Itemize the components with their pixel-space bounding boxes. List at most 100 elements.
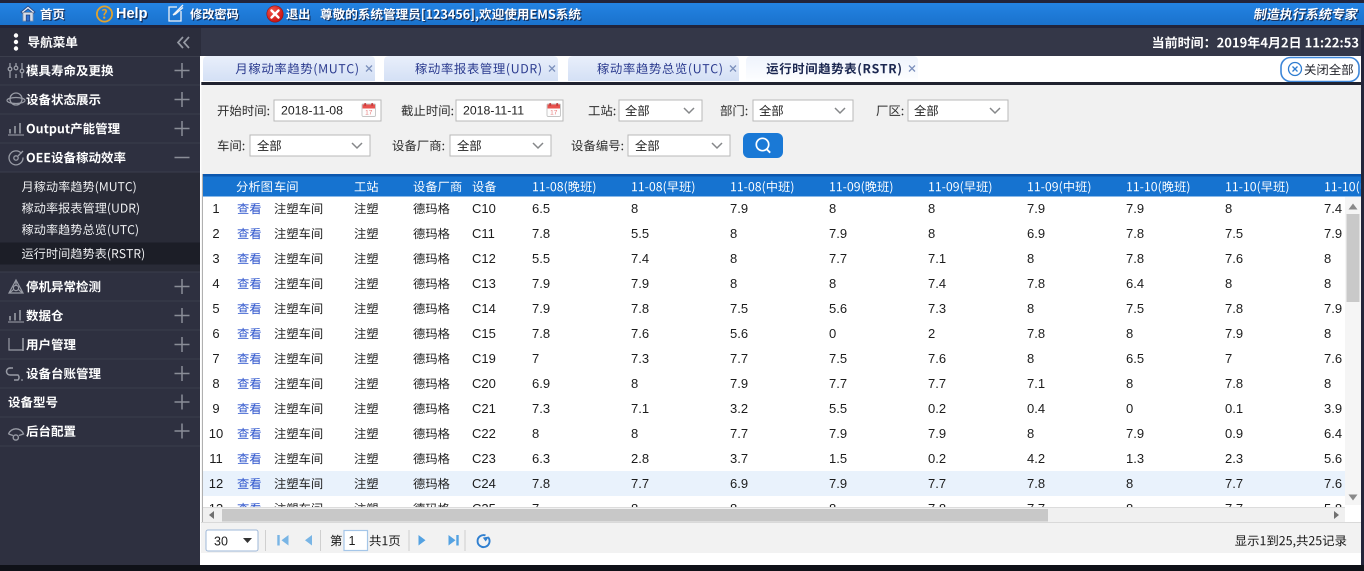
- svg-text:7.8: 7.8: [1027, 326, 1045, 341]
- svg-text:7.6: 7.6: [1225, 251, 1243, 266]
- svg-text:C12: C12: [472, 251, 496, 266]
- svg-text:C22: C22: [472, 426, 496, 441]
- svg-text:C13: C13: [472, 276, 496, 291]
- svg-text:7.8: 7.8: [1126, 251, 1144, 266]
- svg-text:0.1: 0.1: [1225, 401, 1243, 416]
- svg-text:7.7: 7.7: [829, 376, 847, 391]
- svg-text:8: 8: [730, 276, 737, 291]
- svg-text:6.9: 6.9: [730, 476, 748, 491]
- svg-text:C21: C21: [472, 401, 496, 416]
- svg-text:8: 8: [730, 226, 737, 241]
- svg-text:1.3: 1.3: [1126, 451, 1144, 466]
- svg-text:7.8: 7.8: [1225, 301, 1243, 316]
- svg-text:6.5: 6.5: [532, 201, 550, 216]
- svg-text:2018-11-11: 2018-11-11: [463, 104, 524, 118]
- svg-text:7.8: 7.8: [1027, 476, 1045, 491]
- svg-text:7.9: 7.9: [1324, 226, 1342, 241]
- svg-text:8: 8: [532, 426, 539, 441]
- svg-text:5.6: 5.6: [829, 301, 847, 316]
- svg-text:8: 8: [1324, 276, 1331, 291]
- svg-text:8: 8: [1324, 376, 1331, 391]
- svg-text:4.2: 4.2: [1027, 451, 1045, 466]
- svg-text:2018-11-08: 2018-11-08: [281, 104, 343, 118]
- svg-text:6.4: 6.4: [1126, 276, 1144, 291]
- svg-text:7.9: 7.9: [631, 276, 649, 291]
- svg-text:2.8: 2.8: [631, 451, 649, 466]
- svg-text:7.9: 7.9: [1126, 426, 1144, 441]
- svg-text:7.6: 7.6: [631, 326, 649, 341]
- svg-text:7.6: 7.6: [1324, 351, 1342, 366]
- svg-text:7: 7: [1225, 351, 1232, 366]
- svg-text:8: 8: [1126, 476, 1133, 491]
- svg-text:9: 9: [212, 401, 219, 416]
- svg-text:7.9: 7.9: [1225, 326, 1243, 341]
- svg-text:C24: C24: [472, 476, 496, 491]
- svg-text:7.7: 7.7: [730, 351, 748, 366]
- svg-text:8: 8: [1225, 276, 1232, 291]
- svg-text:7.9: 7.9: [829, 226, 847, 241]
- svg-text:C11: C11: [472, 226, 495, 241]
- svg-text:4: 4: [212, 276, 219, 291]
- svg-text:8: 8: [1027, 251, 1034, 266]
- svg-text:8: 8: [631, 426, 638, 441]
- svg-text:7.8: 7.8: [631, 301, 649, 316]
- svg-text:7.7: 7.7: [631, 476, 649, 491]
- svg-text:6: 6: [212, 326, 219, 341]
- svg-text:0.2: 0.2: [928, 401, 946, 416]
- svg-text:8: 8: [928, 201, 935, 216]
- svg-text:7.3: 7.3: [928, 301, 946, 316]
- svg-text:8: 8: [1126, 376, 1133, 391]
- svg-text:8: 8: [1225, 201, 1232, 216]
- svg-text:5.5: 5.5: [829, 401, 847, 416]
- svg-text:0.4: 0.4: [1027, 401, 1045, 416]
- svg-text:7.7: 7.7: [928, 376, 946, 391]
- svg-text:0.2: 0.2: [928, 451, 946, 466]
- svg-text:8: 8: [1324, 251, 1331, 266]
- svg-text:7.4: 7.4: [928, 276, 946, 291]
- svg-text:7.1: 7.1: [928, 251, 946, 266]
- svg-text:1: 1: [212, 201, 219, 216]
- svg-text:7.7: 7.7: [829, 251, 847, 266]
- svg-text:1: 1: [349, 534, 356, 548]
- svg-text:7.5: 7.5: [730, 301, 748, 316]
- svg-text:5.6: 5.6: [730, 326, 748, 341]
- svg-text:7.6: 7.6: [928, 351, 946, 366]
- svg-text:8: 8: [631, 376, 638, 391]
- svg-text:10: 10: [209, 426, 223, 441]
- svg-text:5: 5: [212, 301, 219, 316]
- svg-text:17: 17: [365, 110, 373, 117]
- svg-text:7.9: 7.9: [1324, 301, 1342, 316]
- svg-text:7.8: 7.8: [532, 326, 550, 341]
- svg-text:7.8: 7.8: [532, 226, 550, 241]
- svg-text:17: 17: [550, 110, 558, 117]
- svg-text:6.5: 6.5: [1126, 351, 1144, 366]
- svg-text:8: 8: [928, 226, 935, 241]
- svg-text:C20: C20: [472, 376, 496, 391]
- svg-text:Help: Help: [116, 6, 148, 22]
- svg-text:7.9: 7.9: [1027, 201, 1045, 216]
- svg-text:C10: C10: [472, 201, 496, 216]
- svg-text:8: 8: [829, 276, 836, 291]
- svg-text:0: 0: [829, 326, 836, 341]
- svg-text:7.8: 7.8: [1126, 226, 1144, 241]
- svg-text:3: 3: [212, 251, 219, 266]
- svg-text:0: 0: [1126, 401, 1133, 416]
- svg-text:30: 30: [214, 535, 228, 549]
- svg-text:2: 2: [212, 226, 219, 241]
- svg-text:6.9: 6.9: [532, 376, 550, 391]
- svg-text:7.9: 7.9: [730, 376, 748, 391]
- svg-text:7.5: 7.5: [829, 351, 847, 366]
- svg-text:6.9: 6.9: [1027, 226, 1045, 241]
- svg-text:8: 8: [1126, 326, 1133, 341]
- svg-text:7.7: 7.7: [730, 426, 748, 441]
- svg-text:7.9: 7.9: [532, 276, 550, 291]
- svg-text:7.8: 7.8: [532, 476, 550, 491]
- svg-text:3.9: 3.9: [1324, 401, 1342, 416]
- svg-text:8: 8: [1027, 351, 1034, 366]
- svg-text:7.9: 7.9: [730, 201, 748, 216]
- svg-text:7.9: 7.9: [829, 476, 847, 491]
- svg-text:7.6: 7.6: [1324, 476, 1342, 491]
- svg-text:7: 7: [532, 351, 539, 366]
- svg-text:7.8: 7.8: [1027, 276, 1045, 291]
- svg-text:7.7: 7.7: [928, 476, 946, 491]
